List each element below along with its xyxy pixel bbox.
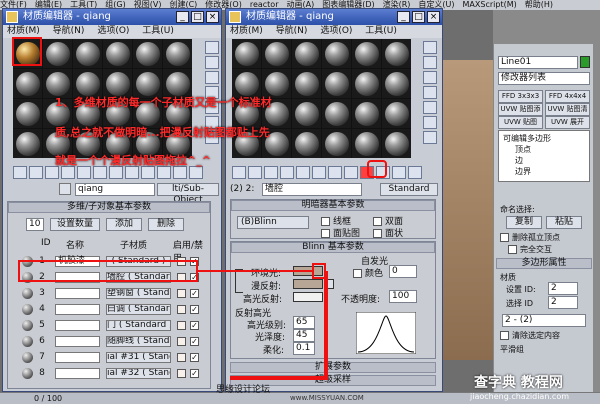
arrow-line [197,270,328,380]
watermark-left-url: www.MISSYUAN.COM [290,394,364,402]
watermark-right: 查字典 教程网 [474,375,563,391]
watermark-left: 思缘设计论坛 [216,382,270,395]
watermark-right-url: jiaocheng.chazidian.com [470,392,570,401]
annotation-line-1: 1、多维材质的每一个子材质又是一个标准材 [55,96,272,109]
watermark-left-text: 思缘设计论坛 [216,385,271,395]
annotation-line-3: 就是一个个漫反射贴图拖拉^_^ [55,154,211,167]
annotation-line-2: 质,总之就不做明暗...把漫反射贴图都贴上先 [55,126,270,139]
